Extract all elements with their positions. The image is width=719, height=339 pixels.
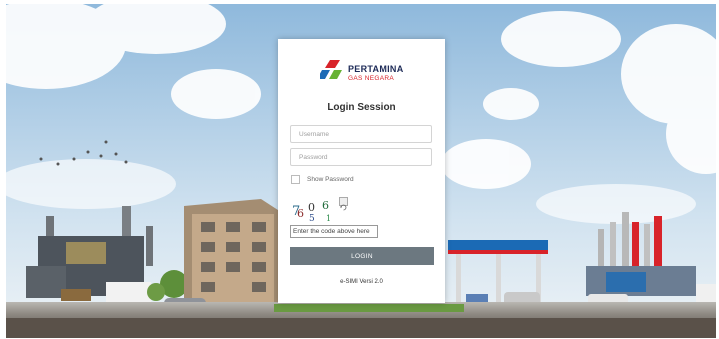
show-password-label: Show Password bbox=[307, 176, 354, 183]
refresh-icon bbox=[340, 204, 347, 211]
captcha-refresh-icon[interactable] bbox=[339, 197, 348, 211]
svg-text:6: 6 bbox=[322, 199, 329, 212]
captcha-input[interactable] bbox=[290, 225, 378, 238]
pertamina-logo: PERTAMINA GAS NEGARA bbox=[320, 57, 410, 87]
svg-text:0: 0 bbox=[308, 201, 315, 214]
captcha-glyphs: 7 6 0 5 6 1 bbox=[292, 199, 331, 224]
password-input[interactable] bbox=[290, 148, 432, 166]
username-input[interactable] bbox=[290, 125, 432, 143]
show-password-checkbox[interactable] bbox=[291, 175, 300, 184]
brand-name: PERTAMINA bbox=[348, 64, 404, 74]
svg-text:1: 1 bbox=[326, 214, 331, 223]
pertamina-logo-icon bbox=[320, 60, 342, 79]
captcha-image: 7 6 0 5 6 1 bbox=[290, 197, 340, 224]
login-card: PERTAMINA GAS NEGARA Login Session Show … bbox=[278, 39, 445, 303]
svg-text:6: 6 bbox=[297, 207, 304, 220]
svg-text:5: 5 bbox=[309, 214, 315, 223]
brand-subname: GAS NEGARA bbox=[348, 75, 394, 82]
app-version: e-SIMI Versi 2.0 bbox=[340, 279, 383, 285]
login-button[interactable]: LOGIN bbox=[290, 247, 434, 265]
login-title: Login Session bbox=[327, 102, 396, 113]
